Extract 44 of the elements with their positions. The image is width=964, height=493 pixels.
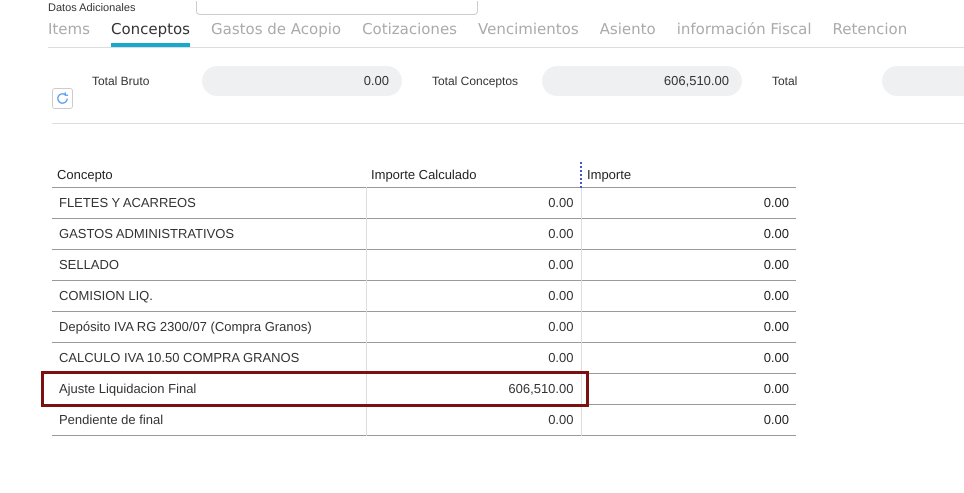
tab[interactable]: Conceptos xyxy=(110,18,190,46)
total-value: 606,510.00 xyxy=(664,72,729,90)
table-cell: COMISION LIQ. xyxy=(52,280,366,312)
field-label: Datos Adicionales xyxy=(48,0,136,16)
tab[interactable]: Vencimientos xyxy=(478,18,579,46)
refresh-icon xyxy=(55,90,70,106)
table-cell: 0.00 xyxy=(581,218,796,250)
tab[interactable]: información Fiscal xyxy=(676,18,812,46)
table-cell: 0.00 xyxy=(581,312,796,342)
tab[interactable]: Gastos de Acopio xyxy=(211,18,342,46)
table-cell: 0.00 xyxy=(366,280,581,312)
table-cell: 0.00 xyxy=(366,218,581,250)
table-cell: Pendiente de final xyxy=(52,404,366,436)
table-cell: CALCULO IVA 10.50 COMPRA GRANOS xyxy=(52,342,366,374)
table-cell: Depósito IVA RG 2300/07 (Compra Granos) xyxy=(52,312,366,342)
column-header[interactable]: Importe xyxy=(581,162,796,188)
total-value: 0.00 xyxy=(364,72,389,90)
tab[interactable]: Retencion xyxy=(832,18,908,46)
table-cell: 0.00 xyxy=(581,250,796,280)
refresh-button[interactable] xyxy=(52,88,73,108)
table-cell: 0.00 xyxy=(581,280,796,312)
table-cell: 0.00 xyxy=(366,404,581,436)
table-cell: 0.00 xyxy=(366,312,581,342)
table-cell: Ajuste Liquidacion Final xyxy=(52,374,366,404)
column-header[interactable]: Importe Calculado xyxy=(366,162,581,188)
table-cell: 0.00 xyxy=(366,342,581,374)
table-cell: 0.00 xyxy=(581,188,796,218)
table-cell: 0.00 xyxy=(581,404,796,436)
tab[interactable]: Asiento xyxy=(600,18,656,46)
table-cell: 0.00 xyxy=(366,188,581,218)
table-cell: FLETES Y ACARREOS xyxy=(52,188,366,218)
total-label: Total Bruto xyxy=(92,72,150,90)
tab[interactable]: Cotizaciones xyxy=(362,18,457,46)
total-label: Total xyxy=(772,72,798,90)
table-cell: GASTOS ADMINISTRATIVOS xyxy=(52,218,366,250)
table-cell: SELLADO xyxy=(52,250,366,280)
table-cell: 0.00 xyxy=(366,250,581,280)
table-cell: 606,510.00 xyxy=(366,374,581,404)
table-cell: 0.00 xyxy=(581,342,796,374)
tab[interactable]: Items xyxy=(48,18,90,46)
input-field[interactable] xyxy=(196,1,478,15)
table-cell: 0.00 xyxy=(581,374,796,404)
total-label: Total Conceptos xyxy=(432,72,520,90)
column-header[interactable]: Concepto xyxy=(52,162,366,188)
